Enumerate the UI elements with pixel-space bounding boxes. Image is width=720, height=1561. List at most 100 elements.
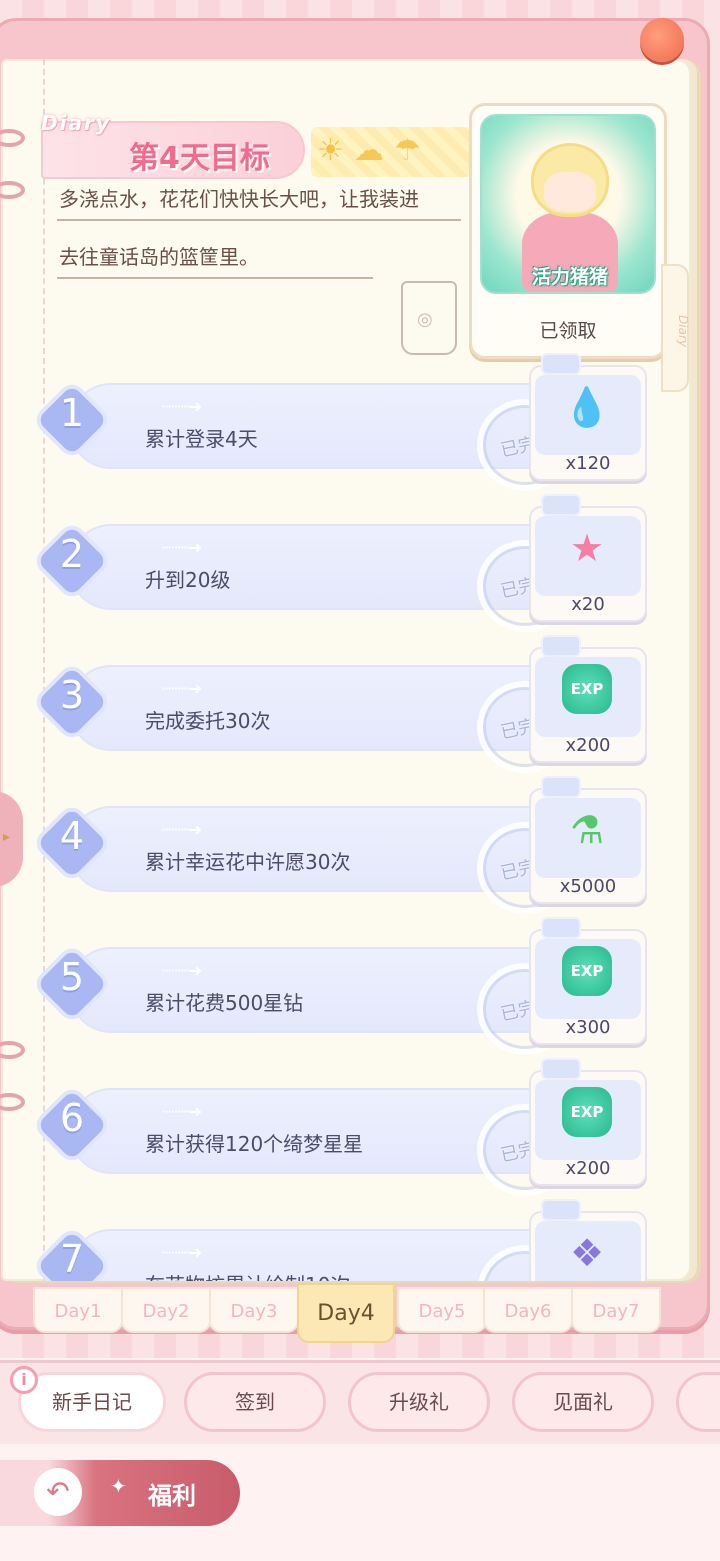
task-label: 累计获得120个绮梦星星 <box>145 1132 364 1156</box>
item-tag <box>541 353 581 375</box>
task-bar: ·········➜ 累计登录4天 已完成 <box>69 383 573 491</box>
item-tag <box>541 1058 581 1080</box>
dotted-arrow-icon: ·········➜ <box>161 820 202 839</box>
task-number: 2 <box>59 532 85 576</box>
item-quantity: x300 <box>565 1017 611 1038</box>
task-row[interactable]: ·········➜ 累计登录4天 已完成 1 💧 x120 <box>36 353 651 491</box>
day-tab-5[interactable]: Day5 <box>397 1287 487 1333</box>
reward-item-card[interactable]: EXP x200 <box>529 1058 647 1186</box>
description-underline-2 <box>57 277 373 279</box>
back-arrow-icon: ↶ <box>34 1468 82 1516</box>
gem-badge-icon: ❖ <box>569 1231 605 1275</box>
task-row[interactable]: ·········➜ 升到20级 已完成 2 ★ x20 <box>36 494 651 632</box>
task-number: 4 <box>59 814 85 858</box>
task-bar: ·········➜ 在花物坊累计绘制10次 已完成 <box>69 1229 573 1281</box>
reward-name: 活力猪猪 <box>531 266 608 288</box>
binder-ring <box>0 129 25 147</box>
description-line-1: 多浇点水，花花们快快长大吧，让我装进 <box>59 187 419 211</box>
nav-newbie-diary-button[interactable]: 新手日记 <box>18 1372 166 1432</box>
item-tag <box>541 917 581 939</box>
task-bar: ·········➜ 完成委托30次 已完成 <box>69 665 573 773</box>
day-tab-2[interactable]: Day2 <box>121 1287 211 1333</box>
day-tab-4[interactable]: Day4 <box>297 1283 395 1343</box>
exp-icon: EXP <box>562 946 612 996</box>
day-tab-6[interactable]: Day6 <box>483 1287 573 1333</box>
task-row[interactable]: ·········➜ 累计花费500星钻 已完成 5 EXP x300 <box>36 917 651 1055</box>
welfare-back-button[interactable]: ↶ ✦ 福利 <box>0 1460 240 1526</box>
task-label: 完成委托30次 <box>145 709 271 733</box>
nav-level-gift-button[interactable]: 升级礼 <box>348 1372 490 1432</box>
item-quantity: x20 <box>571 594 605 615</box>
exp-icon: EXP <box>562 1087 612 1137</box>
reward-item-card[interactable]: ★ x20 <box>529 494 647 622</box>
item-quantity: x120 <box>565 453 611 474</box>
reward-avatar: 活力猪猪 <box>480 114 656 294</box>
side-diary-tab-label: Diary <box>675 315 690 347</box>
task-number: 6 <box>59 1096 85 1140</box>
day-tab-1[interactable]: Day1 <box>33 1287 123 1333</box>
dotted-arrow-icon: ·········➜ <box>161 1243 202 1262</box>
reward-card[interactable]: 活力猪猪 已领取 <box>469 103 667 359</box>
description-underline-1 <box>57 219 461 221</box>
task-bar: ·········➜ 升到20级 已完成 <box>69 524 573 632</box>
reward-item-card[interactable]: EXP x200 <box>529 635 647 763</box>
day-tab-7[interactable]: Day7 <box>571 1287 661 1333</box>
welfare-label: 福利 <box>148 1482 196 1510</box>
drink-cup-doodle-icon: ◎ <box>401 281 457 355</box>
task-number: 3 <box>59 673 85 717</box>
item-quantity: x5000 <box>559 876 617 897</box>
reward-status: 已领取 <box>539 320 597 342</box>
task-row[interactable]: ·········➜ 累计获得120个绮梦星星 已完成 6 EXP x200 <box>36 1058 651 1196</box>
dotted-arrow-icon: ·········➜ <box>161 961 202 980</box>
binder-rings-top <box>0 129 25 259</box>
nav-welcome-gift-button[interactable]: 见面礼 <box>512 1372 654 1432</box>
dotted-arrow-icon: ·········➜ <box>161 679 202 698</box>
dotted-arrow-icon: ·········➜ <box>161 1102 202 1121</box>
task-bar: ·········➜ 累计花费500星钻 已完成 <box>69 947 573 1055</box>
sun-icon: ☀ <box>317 133 344 168</box>
task-label: 累计幸运花中许愿30次 <box>145 850 351 874</box>
star-icon: ★ <box>569 526 605 570</box>
dotted-arrow-icon: ·········➜ <box>161 538 202 557</box>
nav-sign-in-button[interactable]: 签到 <box>184 1372 326 1432</box>
task-label: 累计花费500星钻 <box>145 991 304 1015</box>
flask-icon: ⚗ <box>569 808 605 852</box>
item-tag <box>541 1199 581 1221</box>
character-face <box>544 172 596 212</box>
task-bar: ·········➜ 累计获得120个绮梦星星 已完成 <box>69 1088 573 1196</box>
day-tab-3[interactable]: Day3 <box>209 1287 299 1333</box>
reward-item-card[interactable]: ❖ <box>529 1199 647 1281</box>
binder-rings-bottom <box>0 1041 25 1171</box>
diary-notebook: 第4天目标 Diary ☀ ☁ ☂ 多浇点水，花花们快快长大吧，让我装进 去往童话岛… <box>0 18 710 1343</box>
item-quantity: x200 <box>565 735 611 756</box>
reward-item-card[interactable]: EXP x300 <box>529 917 647 1045</box>
item-quantity: x200 <box>565 1158 611 1179</box>
water-drop-icon: 💧 <box>563 385 611 429</box>
task-bar: ·········➜ 累计幸运花中许愿30次 已完成 <box>69 806 573 914</box>
task-label: 升到20级 <box>145 568 231 592</box>
item-tag <box>541 635 581 657</box>
rain-cloud-icon: ☂ <box>393 133 421 168</box>
info-icon[interactable]: i <box>10 1366 38 1394</box>
binder-ring <box>0 181 25 199</box>
arrow-right-icon: ▸ <box>3 829 11 845</box>
item-tag <box>541 776 581 798</box>
side-diary-tab[interactable]: Diary <box>661 264 690 392</box>
binder-ring <box>0 1093 25 1111</box>
weather-strip: ☀ ☁ ☂ <box>311 127 471 177</box>
task-row[interactable]: ·········➜ 完成委托30次 已完成 3 EXP x200 <box>36 635 651 773</box>
task-row[interactable]: ·········➜ 累计幸运花中许愿30次 已完成 4 ⚗ x5000 <box>36 776 651 914</box>
binder-ring <box>0 1041 25 1059</box>
cloud-icon: ☁ <box>353 133 384 168</box>
task-row[interactable]: ·········➜ 在花物坊累计绘制10次 已完成 7 ❖ <box>36 1199 651 1281</box>
item-tag <box>541 494 581 516</box>
goal-title: 第4天目标 <box>129 141 270 176</box>
task-number: 5 <box>59 955 85 999</box>
sparkle-icon: ✦ <box>110 1474 127 1498</box>
reward-item-card[interactable]: ⚗ x5000 <box>529 776 647 904</box>
task-label: 在花物坊累计绘制10次 <box>145 1269 350 1281</box>
reward-item-card[interactable]: 💧 x120 <box>529 353 647 481</box>
task-number: 7 <box>59 1237 85 1281</box>
dotted-arrow-icon: ·········➜ <box>161 397 202 416</box>
description-line-2: 去往童话岛的篮筐里。 <box>59 245 259 269</box>
